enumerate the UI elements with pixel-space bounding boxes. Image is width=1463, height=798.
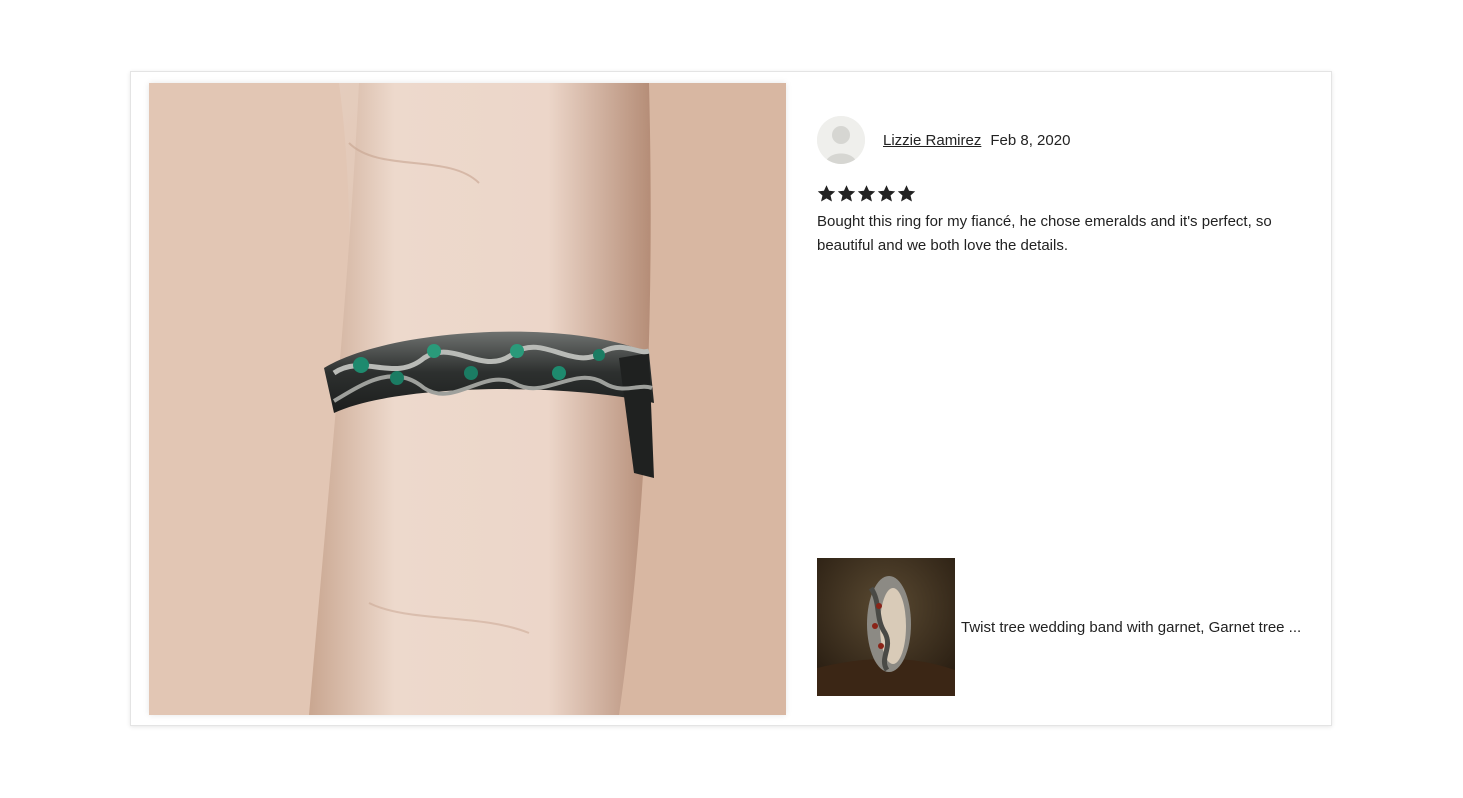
item-thumbnail[interactable] [817, 558, 955, 696]
avatar[interactable] [817, 116, 865, 164]
reviewer-row: Lizzie Ramirez Feb 8, 2020 [817, 116, 1307, 164]
review-details: Lizzie Ramirez Feb 8, 2020 Bought this r… [817, 116, 1307, 258]
review-photo [149, 83, 786, 715]
reviewer-name-link[interactable]: Lizzie Ramirez [883, 132, 981, 149]
review-modal: Lizzie Ramirez Feb 8, 2020 Bought this r… [130, 71, 1332, 726]
item-title[interactable]: Twist tree wedding band with garnet, Gar… [961, 619, 1301, 636]
item-link[interactable]: Twist tree wedding band with garnet, Gar… [817, 558, 1317, 696]
star-icon [837, 185, 856, 202]
review-date: Feb 8, 2020 [990, 131, 1071, 149]
user-silhouette-icon [817, 116, 865, 164]
ring-thumbnail-icon [817, 558, 955, 696]
star-icon [897, 185, 916, 202]
star-rating [817, 184, 1307, 206]
star-icon [857, 185, 876, 202]
star-icon [817, 185, 836, 202]
star-icon [877, 185, 896, 202]
review-text: Bought this ring for my fiancé, he chose… [817, 213, 1272, 254]
